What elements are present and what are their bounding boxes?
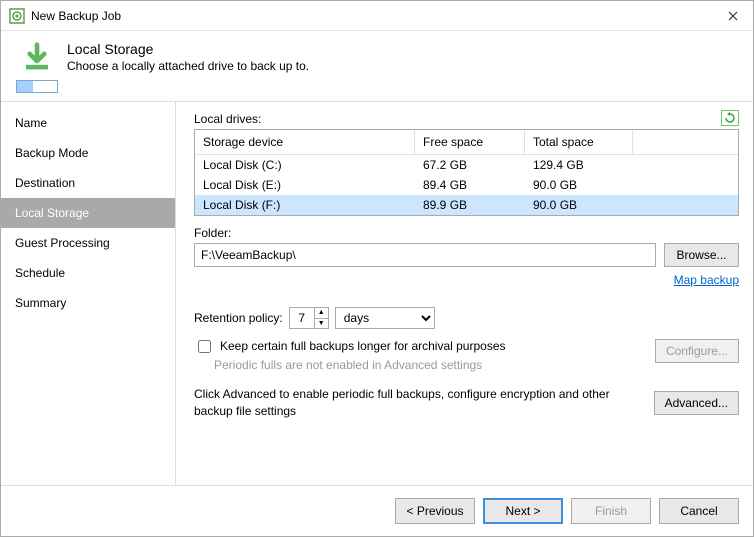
retention-spinner[interactable]: ▲ ▼ — [289, 307, 329, 329]
table-row[interactable]: Local Disk (C:) 67.2 GB 129.4 GB — [195, 155, 738, 175]
archival-checkbox[interactable] — [198, 340, 211, 353]
folder-input[interactable] — [194, 243, 656, 267]
dialog-window: New Backup Job Local Storage Choose a lo… — [0, 0, 754, 537]
table-header: Storage device Free space Total space — [195, 130, 738, 155]
spinner-up[interactable]: ▲ — [315, 308, 328, 319]
browse-button[interactable]: Browse... — [664, 243, 739, 267]
drives-label: Local drives: — [194, 112, 739, 126]
table-row[interactable]: Local Disk (E:) 89.4 GB 90.0 GB — [195, 175, 738, 195]
refresh-button[interactable] — [721, 110, 739, 126]
wizard-footer: < Previous Next > Finish Cancel — [1, 485, 753, 536]
configure-button: Configure... — [655, 339, 739, 363]
advanced-text: Click Advanced to enable periodic full b… — [194, 386, 644, 420]
table-row[interactable]: Local Disk (F:) 89.9 GB 90.0 GB — [195, 195, 738, 215]
archival-label: Keep certain full backups longer for arc… — [220, 339, 506, 353]
nav-item-schedule[interactable]: Schedule — [1, 258, 175, 288]
titlebar: New Backup Job — [1, 1, 753, 31]
wizard-icon — [17, 41, 57, 93]
close-button[interactable] — [713, 1, 753, 31]
col-free[interactable]: Free space — [415, 130, 525, 154]
cancel-button[interactable]: Cancel — [659, 498, 739, 524]
progress-icon — [16, 80, 58, 93]
nav-item-backup-mode[interactable]: Backup Mode — [1, 138, 175, 168]
spinner-down[interactable]: ▼ — [315, 319, 328, 329]
nav-item-local-storage[interactable]: Local Storage — [1, 198, 175, 228]
nav-item-name[interactable]: Name — [1, 108, 175, 138]
next-button[interactable]: Next > — [483, 498, 563, 524]
app-icon — [9, 8, 25, 24]
col-total[interactable]: Total space — [525, 130, 633, 154]
drives-table: Storage device Free space Total space Lo… — [194, 129, 739, 216]
page-subtitle: Choose a locally attached drive to back … — [67, 59, 309, 73]
content-panel: Local drives: Storage device Free space … — [176, 102, 753, 485]
wizard-nav: Name Backup Mode Destination Local Stora… — [1, 102, 176, 485]
previous-button[interactable]: < Previous — [395, 498, 475, 524]
finish-button: Finish — [571, 498, 651, 524]
retention-label: Retention policy: — [194, 311, 283, 325]
nav-item-guest-processing[interactable]: Guest Processing — [1, 228, 175, 258]
page-heading: Local Storage — [67, 41, 309, 57]
window-title: New Backup Job — [31, 9, 713, 23]
folder-label: Folder: — [194, 226, 739, 240]
nav-item-summary[interactable]: Summary — [1, 288, 175, 318]
retention-unit[interactable]: days — [335, 307, 435, 329]
wizard-header: Local Storage Choose a locally attached … — [1, 31, 753, 101]
nav-item-destination[interactable]: Destination — [1, 168, 175, 198]
retention-value[interactable] — [290, 308, 314, 328]
advanced-button[interactable]: Advanced... — [654, 391, 739, 415]
archival-hint: Periodic fulls are not enabled in Advanc… — [214, 358, 655, 372]
col-device[interactable]: Storage device — [195, 130, 415, 154]
map-backup-link[interactable]: Map backup — [194, 273, 739, 287]
